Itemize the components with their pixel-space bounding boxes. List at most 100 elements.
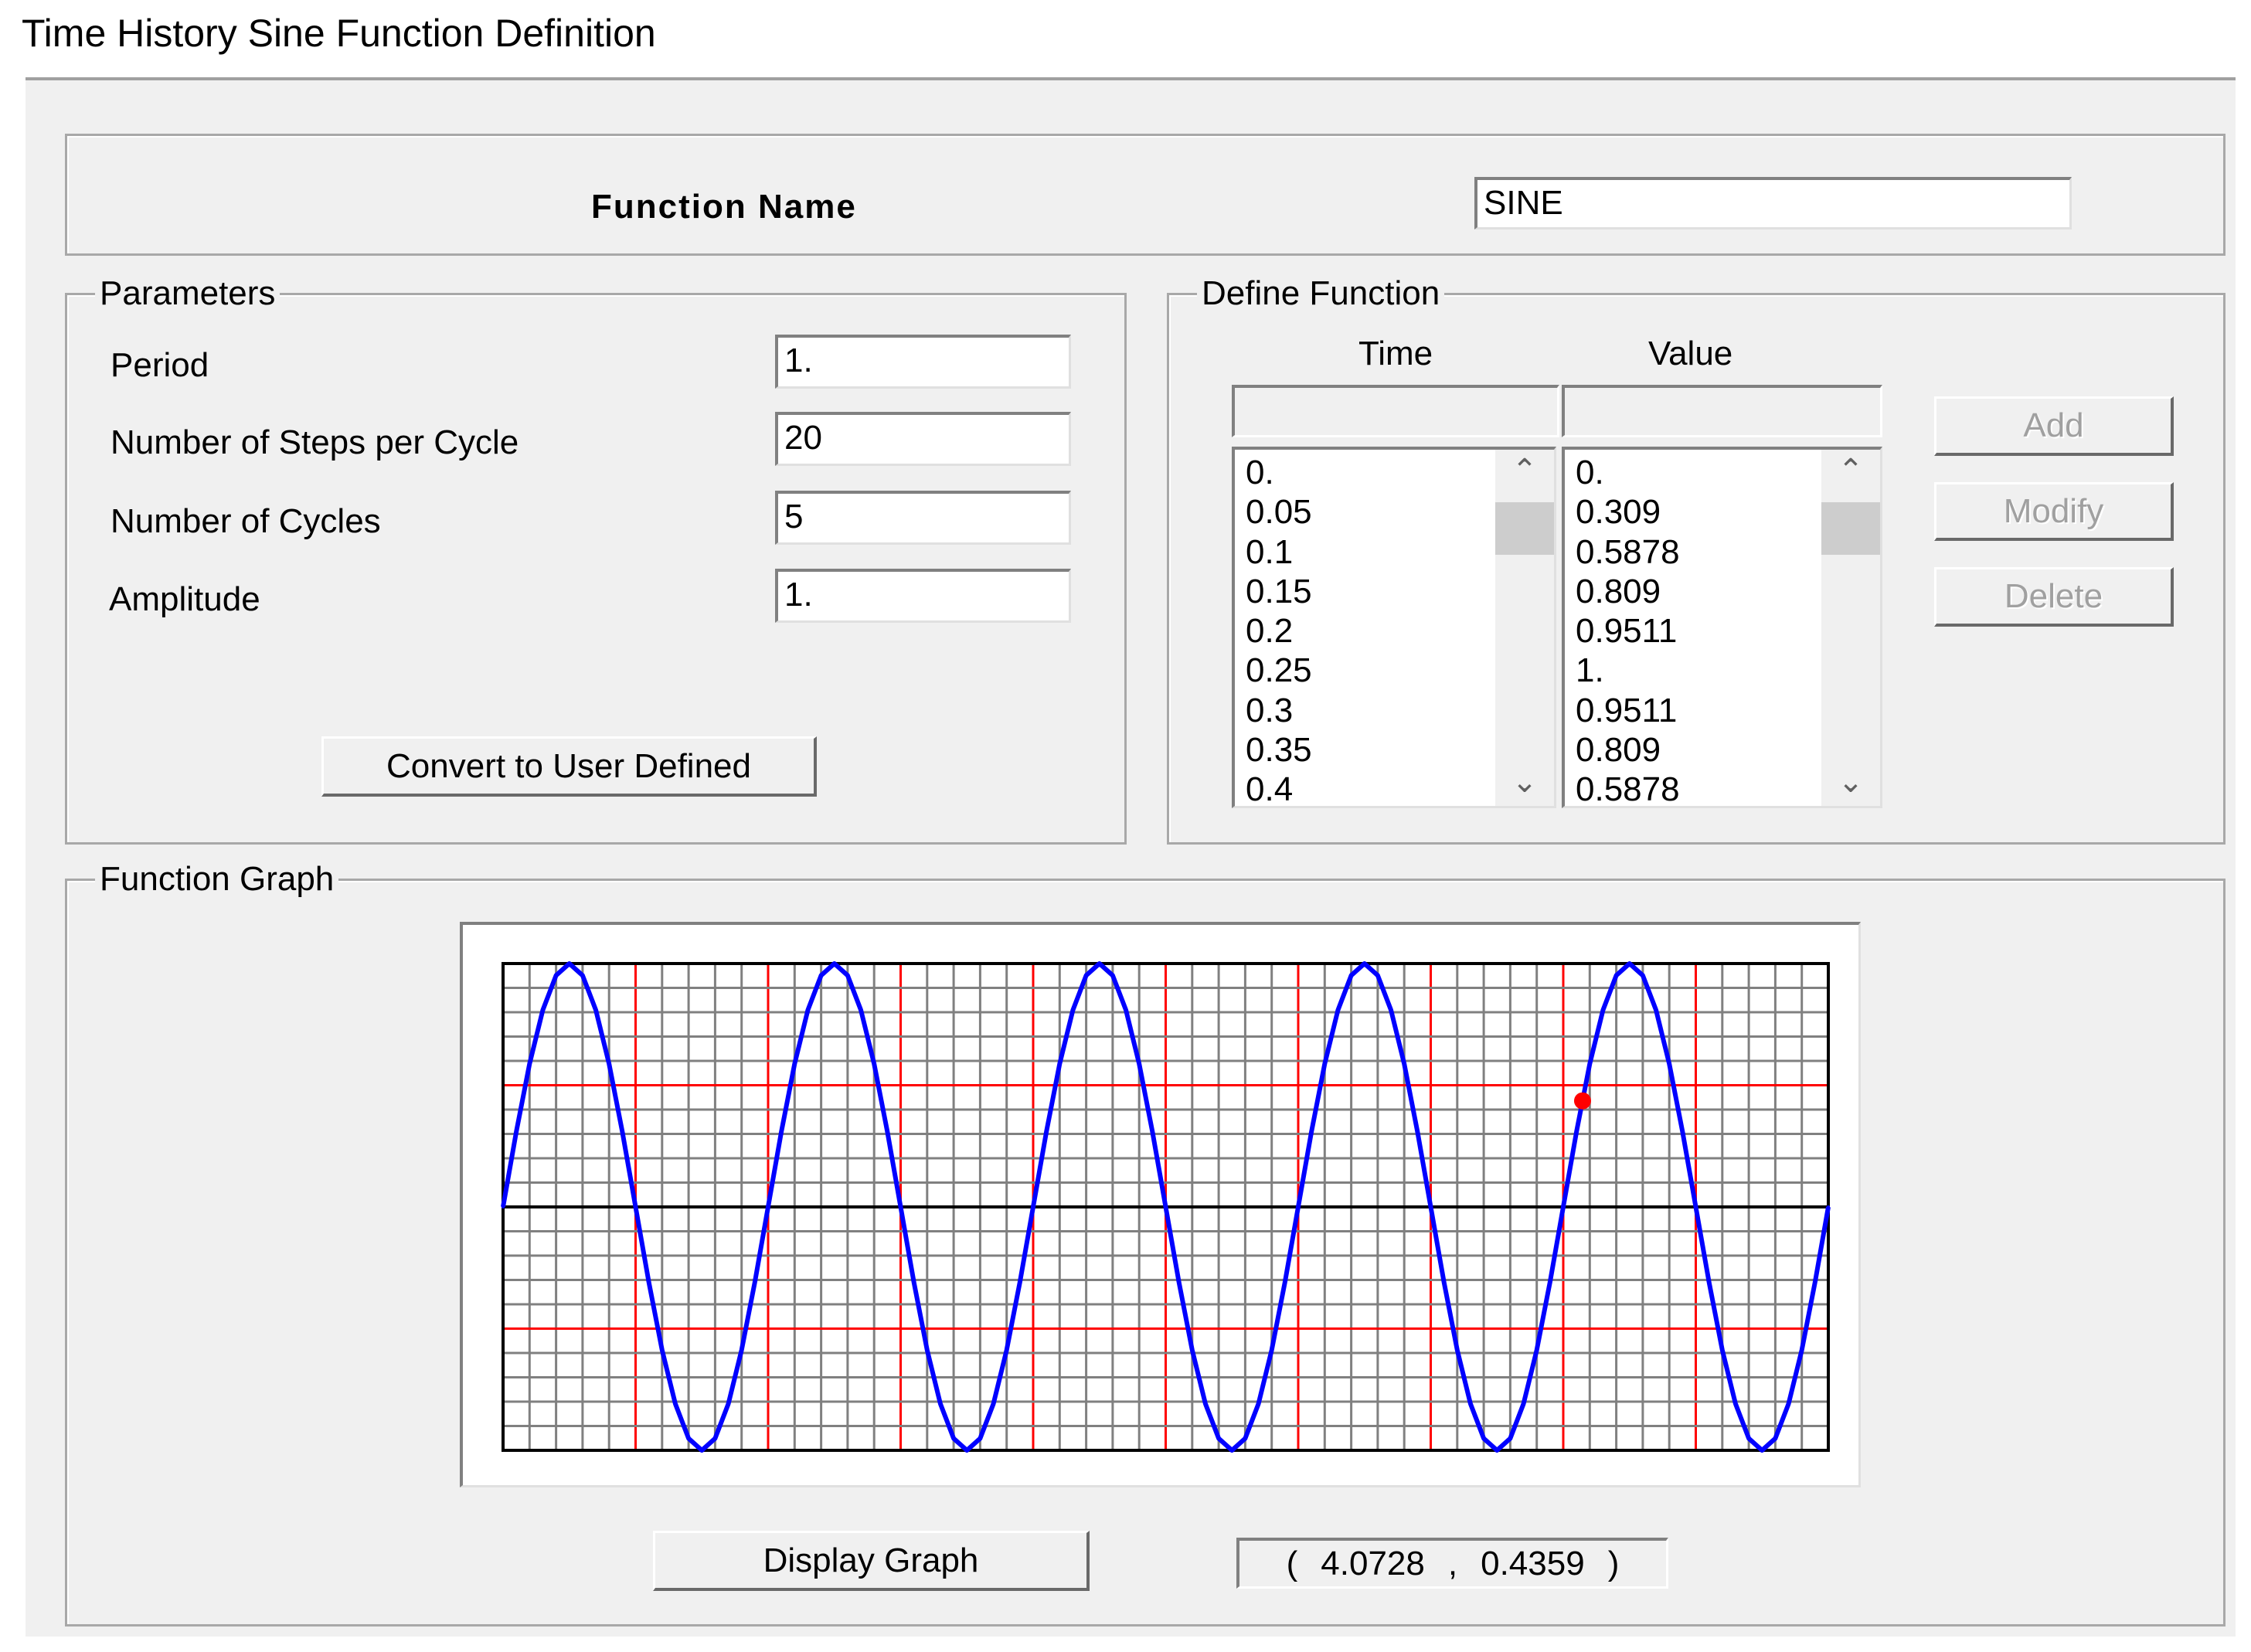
value-list[interactable]: 0. 0.309 0.5878 0.809 0.9511 1. 0.9511 0…	[1562, 447, 1882, 808]
chevron-down-icon[interactable]: ⌄	[1821, 764, 1880, 800]
chevron-down-icon[interactable]: ⌄	[1495, 764, 1554, 800]
number-of-cycles-input[interactable]: 5	[775, 491, 1071, 545]
data-point	[1032, 1205, 1035, 1208]
data-point	[634, 1205, 638, 1208]
time-list-scrollbar[interactable]: ⌃ ⌄	[1495, 450, 1554, 806]
data-point	[886, 1130, 889, 1134]
data-point	[554, 974, 558, 977]
data-point	[912, 1280, 916, 1284]
data-point	[700, 1449, 704, 1452]
window-title: Time History Sine Function Definition	[22, 12, 656, 55]
data-point	[1217, 1436, 1221, 1440]
data-point	[621, 1130, 624, 1134]
function-graph-legend: Function Graph	[95, 858, 339, 901]
data-point	[1800, 1348, 1804, 1352]
data-point	[726, 1402, 730, 1406]
function-name-label: Function Name	[591, 188, 857, 226]
modify-button[interactable]: Modify	[1934, 482, 2174, 541]
data-point	[1005, 1348, 1008, 1352]
data-point	[1151, 1130, 1154, 1134]
data-point	[1455, 1348, 1459, 1352]
data-point	[1018, 1280, 1022, 1284]
display-graph-button[interactable]: Display Graph	[653, 1531, 1090, 1591]
data-point	[1588, 1062, 1592, 1066]
readout-separator: ,	[1447, 1544, 1458, 1582]
period-label: Period	[111, 346, 209, 384]
data-point	[1323, 1062, 1327, 1066]
data-point	[1429, 1205, 1433, 1208]
period-input[interactable]: 1.	[775, 335, 1071, 389]
data-point	[1575, 1130, 1579, 1134]
value-entry-input[interactable]	[1562, 385, 1882, 437]
data-point	[502, 1205, 505, 1208]
number-of-cycles-label: Number of Cycles	[111, 502, 381, 540]
time-list[interactable]: 0. 0.05 0.1 0.15 0.2 0.25 0.3 0.35 0.4 ⌃…	[1232, 447, 1556, 808]
graph-canvas[interactable]	[460, 922, 1861, 1487]
data-point	[1084, 974, 1088, 977]
data-point	[1601, 1008, 1605, 1012]
data-point	[567, 962, 571, 965]
data-point	[1522, 1402, 1525, 1406]
amplitude-label: Amplitude	[109, 580, 260, 618]
data-point	[1270, 1348, 1273, 1352]
data-point	[1495, 1449, 1499, 1452]
function-name-input[interactable]: SINE	[1474, 177, 2072, 229]
value-list-scrollbar[interactable]: ⌃ ⌄	[1821, 450, 1880, 806]
data-point	[1416, 1130, 1420, 1134]
function-graph-plot[interactable]	[463, 925, 1858, 1485]
data-point	[1535, 1348, 1539, 1352]
data-point	[1110, 974, 1114, 977]
delete-button[interactable]: Delete	[1934, 567, 2174, 627]
chevron-up-icon[interactable]: ⌃	[1495, 453, 1554, 488]
data-point	[1760, 1449, 1764, 1452]
data-point	[872, 1062, 876, 1066]
data-point	[1773, 1436, 1777, 1440]
data-point	[965, 1449, 969, 1452]
time-column-header: Time	[1358, 335, 1433, 372]
readout-x-value: 4.0728	[1321, 1544, 1425, 1582]
steps-per-cycle-label: Number of Steps per Cycle	[111, 423, 519, 461]
data-point	[1627, 962, 1631, 965]
data-point	[938, 1402, 942, 1406]
data-point	[780, 1130, 784, 1134]
amplitude-input[interactable]: 1.	[775, 569, 1071, 623]
data-point	[1827, 1205, 1830, 1208]
data-point	[1097, 962, 1101, 965]
data-point	[767, 1205, 770, 1208]
convert-to-user-defined-button[interactable]: Convert to User Defined	[321, 736, 817, 797]
scrollbar-thumb[interactable]	[1495, 502, 1554, 555]
data-point	[1468, 1402, 1472, 1406]
chevron-up-icon[interactable]: ⌃	[1821, 453, 1880, 488]
data-point	[899, 1205, 903, 1208]
time-entry-input[interactable]	[1232, 385, 1559, 437]
data-point	[594, 1008, 598, 1012]
data-point	[1283, 1280, 1287, 1284]
data-point	[1482, 1436, 1486, 1440]
data-point	[793, 1062, 797, 1066]
data-point	[541, 1008, 545, 1012]
data-point	[1164, 1205, 1168, 1208]
data-point	[1562, 1205, 1565, 1208]
steps-per-cycle-input[interactable]: 20	[775, 412, 1071, 466]
data-point	[952, 1436, 956, 1440]
data-point	[713, 1436, 717, 1440]
data-point	[1203, 1402, 1207, 1406]
cursor-marker	[1573, 1092, 1591, 1110]
data-point	[515, 1130, 519, 1134]
data-point	[528, 1062, 532, 1066]
data-point	[1375, 974, 1379, 977]
data-point	[580, 974, 584, 977]
data-point	[660, 1348, 664, 1352]
data-point	[1058, 1062, 1062, 1066]
data-point	[1720, 1348, 1724, 1352]
scrollbar-thumb[interactable]	[1821, 502, 1880, 555]
value-column-header: Value	[1648, 335, 1733, 372]
data-point	[925, 1348, 929, 1352]
data-point	[832, 962, 836, 965]
data-point	[1177, 1280, 1181, 1284]
data-point	[806, 1008, 810, 1012]
data-point	[1614, 974, 1618, 977]
data-point	[1349, 974, 1353, 977]
add-button[interactable]: Add	[1934, 396, 2174, 456]
data-point	[1548, 1280, 1552, 1284]
